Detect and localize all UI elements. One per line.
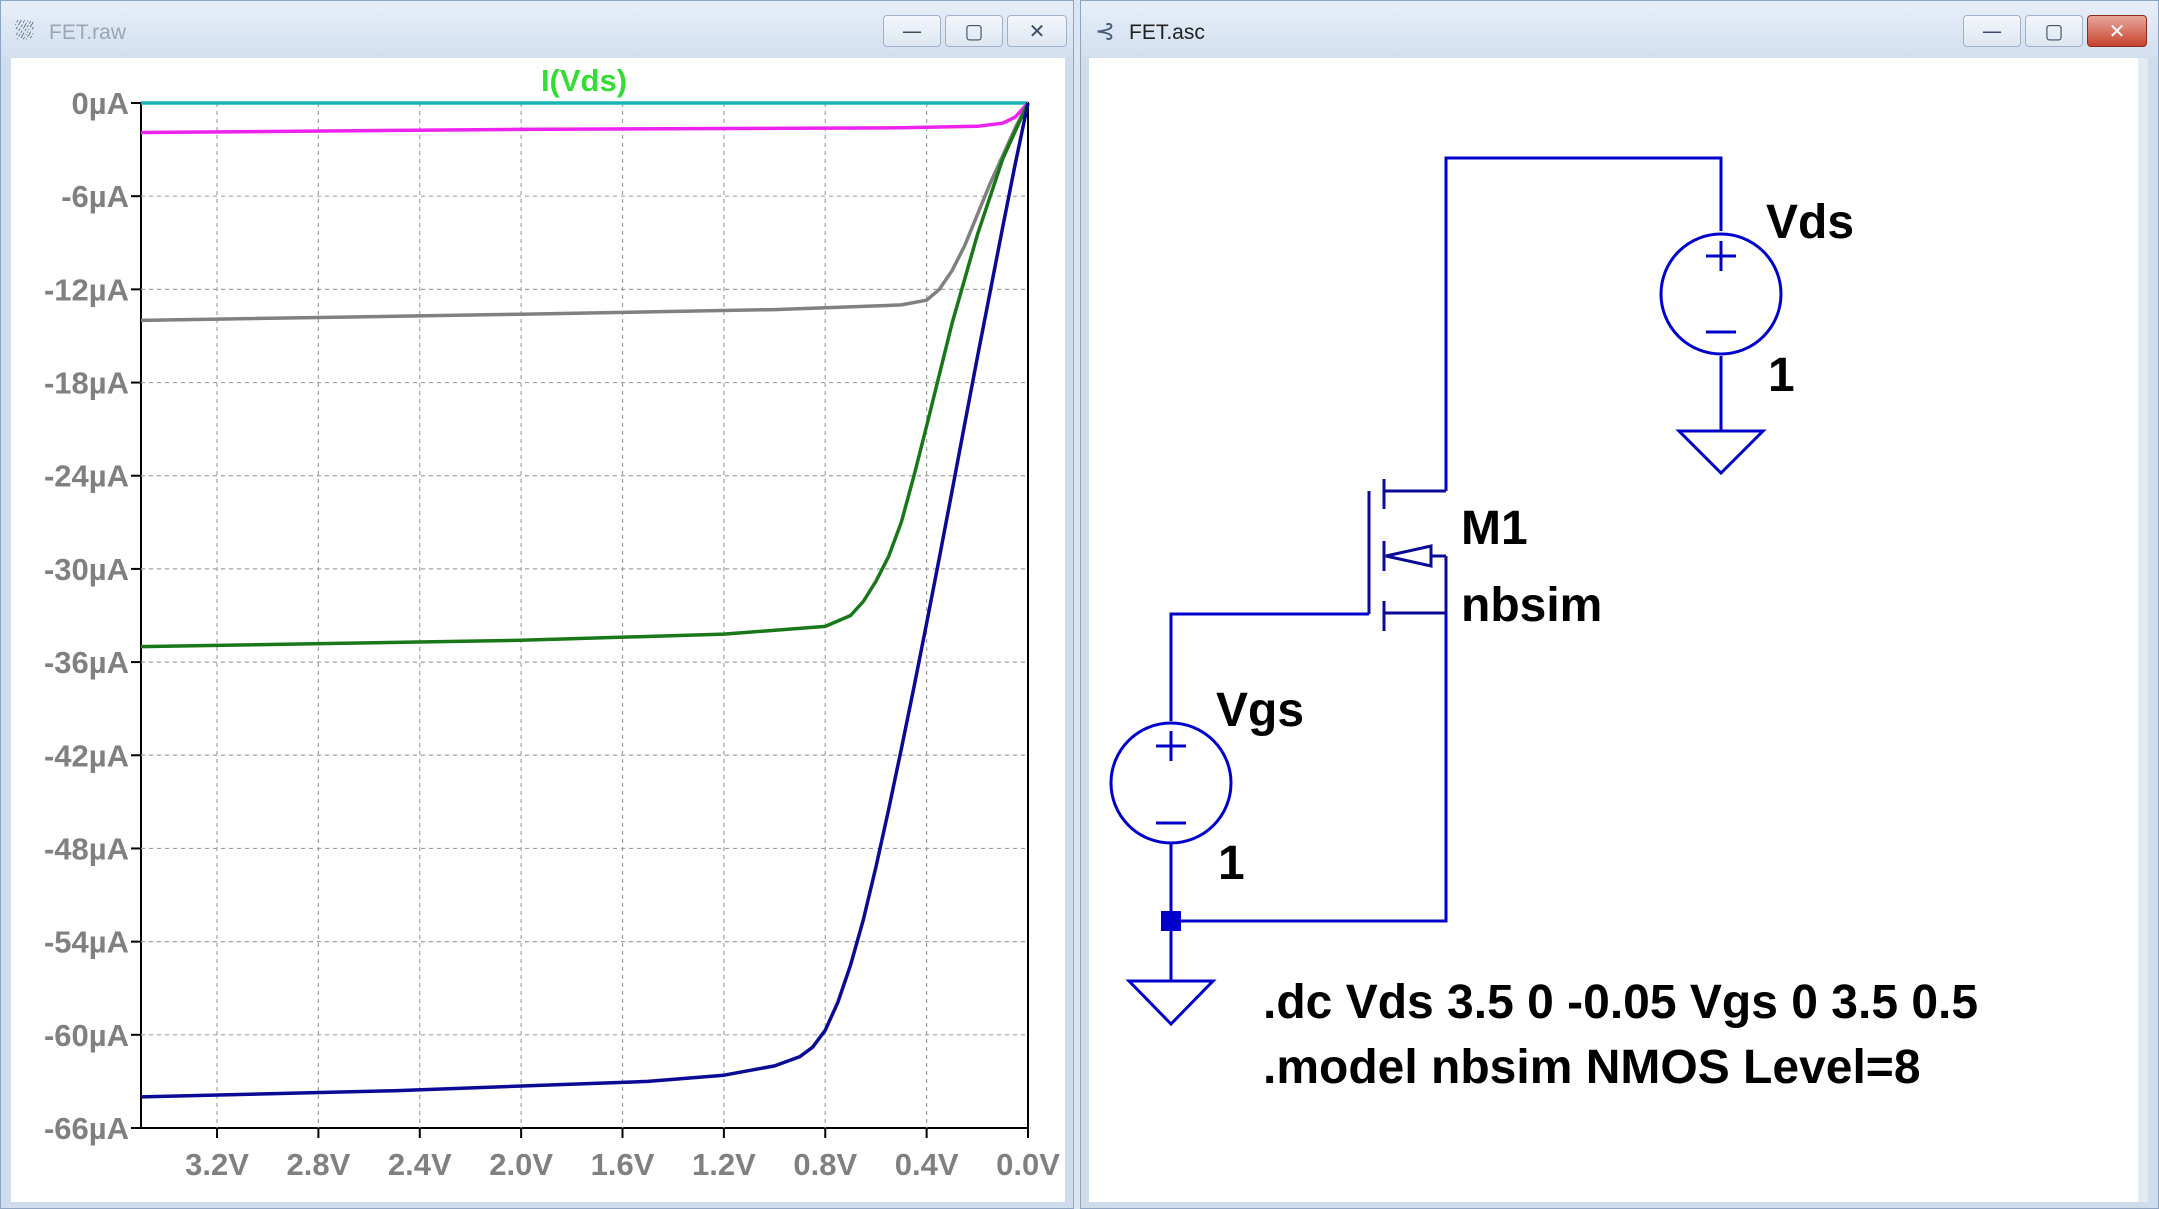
y-tick-label: 0µA xyxy=(72,86,130,121)
minimize-button[interactable]: — xyxy=(883,15,941,47)
y-tick-label: -6µA xyxy=(61,179,129,214)
vds-source[interactable] xyxy=(1659,232,1783,356)
y-tick-label: -66µA xyxy=(44,1111,129,1146)
spice-directive-model[interactable]: .model nbsim NMOS Level=8 xyxy=(1263,1041,1921,1094)
maximize-button[interactable]: ▢ xyxy=(2025,15,2083,47)
waveform-window[interactable]: ⛆ FET.raw — ▢ ✕ 0µA -6µA -12µA -18µA -24µA -3… xyxy=(0,0,1074,1209)
schematic-window[interactable]: ⊰ FET.asc — ▢ ✕ Vds 1 Vgs 1 M1 nbsim .dc… xyxy=(1080,0,2159,1209)
close-button[interactable]: ✕ xyxy=(1007,15,1067,47)
vds-name[interactable]: Vds xyxy=(1766,196,1854,249)
schematic-canvas[interactable]: Vds 1 Vgs 1 M1 nbsim .dc Vds 3.5 0 -0.05… xyxy=(1089,58,2148,1202)
x-tick-label: 0.4V xyxy=(895,1147,959,1182)
x-tick-label: 3.2V xyxy=(185,1147,249,1182)
vgs-source[interactable] xyxy=(1109,721,1233,845)
y-tick-label: -42µA xyxy=(44,738,129,773)
y-tick-label: -54µA xyxy=(44,925,129,960)
plot-area xyxy=(140,102,1029,1129)
x-tick-label: 1.2V xyxy=(692,1147,756,1182)
x-tick-label: 2.8V xyxy=(287,1147,351,1182)
x-axis-ticks: 3.2V 2.8V 2.4V 2.0V 1.6V 1.2V 0.8V 0.4V 0.0V xyxy=(185,1128,1060,1182)
y-tick-label: -60µA xyxy=(44,1018,129,1053)
y-tick-label: -12µA xyxy=(44,272,129,307)
window-title: FET.raw xyxy=(49,21,127,44)
x-tick-label: 1.6V xyxy=(591,1147,655,1182)
mosfet-name[interactable]: M1 xyxy=(1461,502,1528,555)
x-tick-label: 0.0V xyxy=(996,1147,1060,1182)
schematic-drawing[interactable]: Vds 1 Vgs 1 M1 nbsim .dc Vds 3.5 0 -0.05… xyxy=(1089,58,2150,1204)
plot-pane[interactable]: 0µA -6µA -12µA -18µA -24µA -30µA -36µA -42µA -48… xyxy=(11,58,1065,1202)
y-tick-label: -36µA xyxy=(44,645,129,680)
y-tick-label: -48µA xyxy=(44,831,129,866)
minimize-button[interactable]: — xyxy=(1963,15,2021,47)
waveform-icon: ⛆ xyxy=(15,17,35,45)
wire-source[interactable] xyxy=(1171,613,1448,923)
mosfet-symbol[interactable] xyxy=(1367,479,1448,631)
chart-title[interactable]: I(Vds) xyxy=(541,63,627,98)
maximize-button[interactable]: ▢ xyxy=(945,15,1003,47)
schematic-icon: ⊰ xyxy=(1095,17,1116,45)
y-tick-label: -18µA xyxy=(44,366,129,401)
window-title: FET.asc xyxy=(1129,21,1205,44)
spice-directive-dc[interactable]: .dc Vds 3.5 0 -0.05 Vgs 0 3.5 0.5 xyxy=(1263,976,1978,1029)
mosfet-model[interactable]: nbsim xyxy=(1461,579,1602,632)
y-axis-ticks: 0µA -6µA -12µA -18µA -24µA -30µA -36µA -42µA -48… xyxy=(44,86,141,1146)
waveform-titlebar[interactable]: ⛆ FET.raw — ▢ ✕ xyxy=(1,1,1073,57)
x-tick-label: 2.4V xyxy=(388,1147,452,1182)
close-button[interactable]: ✕ xyxy=(2087,15,2147,47)
vgs-value[interactable]: 1 xyxy=(1218,837,1245,890)
x-tick-label: 2.0V xyxy=(489,1147,553,1182)
junction-dot[interactable] xyxy=(1161,911,1181,931)
x-tick-label: 0.8V xyxy=(793,1147,857,1182)
iv-chart[interactable]: 0µA -6µA -12µA -18µA -24µA -30µA -36µA -42µA -48… xyxy=(11,58,1067,1204)
y-tick-label: -30µA xyxy=(44,552,129,587)
vertical-scrollbar[interactable] xyxy=(2138,58,2148,1202)
schematic-titlebar[interactable]: ⊰ FET.asc — ▢ ✕ xyxy=(1081,1,2158,57)
y-tick-label: -24µA xyxy=(44,459,129,494)
ground-symbol[interactable] xyxy=(1675,429,1767,476)
wire-drain[interactable] xyxy=(1444,156,1723,491)
vds-value[interactable]: 1 xyxy=(1768,349,1795,402)
ground-symbol[interactable] xyxy=(1125,979,1217,1027)
vgs-name[interactable]: Vgs xyxy=(1216,684,1304,737)
